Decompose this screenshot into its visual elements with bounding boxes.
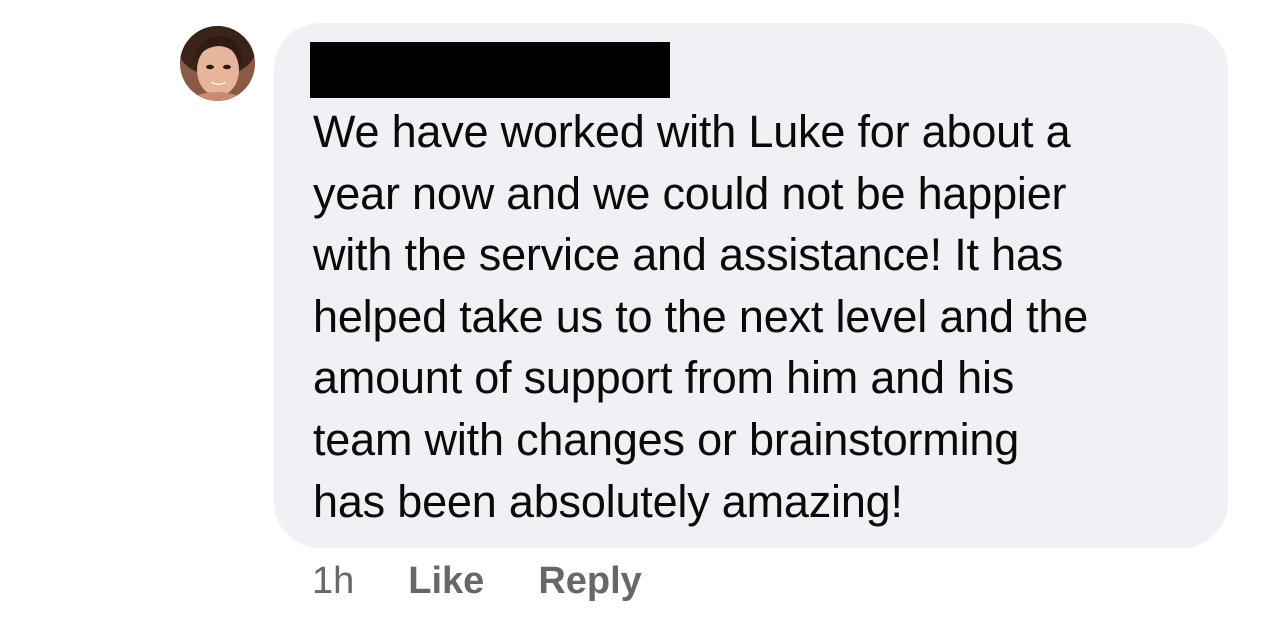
comment-actions: 1h Like Reply: [312, 556, 642, 606]
comment-text-line: helped take us to the next level and the: [313, 290, 1089, 342]
comment-text: We have worked with Luke for about a yea…: [313, 101, 1213, 532]
user-avatar-photo-icon: [180, 26, 255, 101]
comment-text-line: team with changes or brainstorming: [313, 413, 1020, 465]
comment-text-line: amount of support from him and his: [313, 352, 1015, 404]
reply-button[interactable]: Reply: [538, 560, 641, 603]
like-button[interactable]: Like: [408, 560, 484, 603]
comment-text-line: We have worked with Luke for about a: [313, 106, 1071, 157]
comment-text-line: has been absolutely amazing!: [313, 475, 903, 527]
comment: We have worked with Luke for about a yea…: [0, 0, 1284, 617]
comment-bubble: We have worked with Luke for about a yea…: [274, 23, 1228, 548]
comment-text-line: year now and we could not be happier: [313, 167, 1067, 219]
comment-text-line: with the service and assistance! It has: [313, 229, 1064, 281]
user-avatar[interactable]: [180, 26, 255, 101]
author-name-redacted[interactable]: [310, 42, 670, 98]
comment-timestamp[interactable]: 1h: [312, 560, 354, 603]
